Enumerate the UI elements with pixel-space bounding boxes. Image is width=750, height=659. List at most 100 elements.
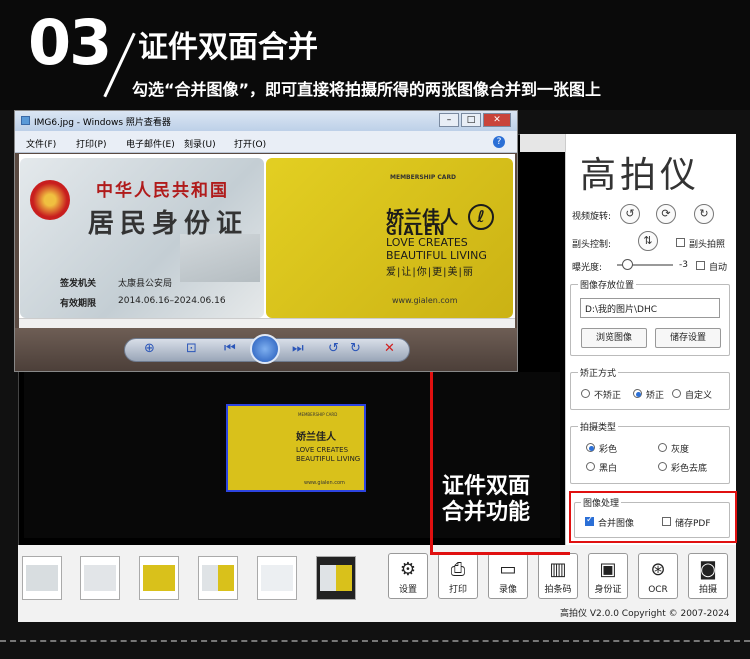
id-card-button[interactable]: ▣ 身份证	[588, 553, 628, 599]
headline: 证件双面合并	[138, 30, 318, 65]
zoom-icon[interactable]: ⊕	[144, 341, 155, 356]
id-issuer-label: 签发机关	[60, 279, 97, 289]
secondary-photo-label: 副头拍照	[689, 240, 726, 250]
rotate-ccw-icon[interactable]: ↺	[328, 341, 339, 356]
browse-images-button[interactable]: 浏览图像	[581, 328, 647, 348]
record-button[interactable]: ▭ 录像	[488, 553, 528, 599]
minimize-button[interactable]: –	[439, 113, 459, 127]
rotate-reset-button[interactable]: ⟳	[656, 204, 676, 224]
camera-icon: ◙	[699, 559, 717, 580]
rotate-left-button[interactable]: ↺	[620, 204, 640, 224]
rotate-cw-icon[interactable]: ↻	[350, 341, 361, 356]
custom-correction-label: 自定义	[685, 391, 713, 401]
id-valid-label: 有效期限	[60, 299, 97, 309]
grayscale-label: 灰度	[671, 445, 690, 455]
previous-icon[interactable]: ⏮	[224, 341, 236, 356]
help-icon[interactable]: ?	[493, 136, 505, 148]
id-card-icon: ▣	[599, 559, 617, 580]
ocr-button[interactable]: ⊛ OCR	[638, 553, 678, 599]
color-no-bg-radio[interactable]	[658, 462, 667, 471]
brand-logo-icon: ℓ	[468, 204, 494, 230]
next-icon[interactable]: ⏭	[292, 341, 304, 356]
id-card-title: 居民身份证	[88, 209, 249, 239]
preview-card: MEMBERSHIP CARD 娇兰佳人 LOVE CREATES BEAUTIF…	[226, 404, 366, 492]
custom-correction-radio[interactable]	[672, 389, 681, 398]
maximize-icon: □	[466, 115, 476, 125]
storage-settings-button[interactable]: 储存设置	[655, 328, 721, 348]
secondary-photo-checkbox[interactable]	[676, 238, 685, 247]
dashed-divider	[0, 640, 750, 642]
maximize-button[interactable]: □	[461, 113, 481, 127]
exposure-slider-thumb[interactable]	[622, 259, 633, 270]
rotate-right-icon: ↻	[699, 207, 709, 220]
thumbnail-6[interactable]	[316, 556, 356, 600]
no-correction-label: 不矫正	[594, 391, 622, 401]
color-no-bg-label: 彩色去底	[671, 464, 708, 474]
save-path-input[interactable]: D:\我的图片\DHC	[580, 298, 720, 318]
thumbnail-image	[202, 565, 234, 591]
membership-card-label: MEMBERSHIP CARD	[390, 174, 457, 181]
delete-icon[interactable]: ✕	[384, 341, 395, 356]
exposure-value: -3	[679, 260, 688, 270]
slideshow-button[interactable]	[250, 334, 280, 364]
thumbnail-1[interactable]	[22, 556, 62, 600]
rotate-left-icon: ↺	[625, 207, 635, 220]
black-white-radio[interactable]	[586, 462, 595, 471]
thumbnail-5[interactable]	[257, 556, 297, 600]
thumbnail-image	[261, 565, 293, 591]
grayscale-radio[interactable]	[658, 443, 667, 452]
arrow-connector	[430, 552, 570, 555]
close-icon: ✕	[493, 115, 501, 125]
id-valid-period: 2014.06.16–2024.06.16	[118, 296, 226, 306]
viewer-scrollbar[interactable]	[19, 318, 515, 328]
thumbnail-3[interactable]	[139, 556, 179, 600]
rotate-right-button[interactable]: ↻	[694, 204, 714, 224]
highlight-box	[569, 491, 737, 543]
preview-card-url: www.gialen.com	[304, 480, 345, 486]
settings-button[interactable]: ⚙ 设置	[388, 553, 428, 599]
thumbnail-image	[84, 565, 116, 591]
save-location-title: 图像存放位置	[578, 278, 637, 291]
color-label: 彩色	[599, 445, 618, 455]
printer-icon: ⎙	[450, 559, 466, 580]
viewer-app-icon	[21, 116, 30, 125]
menu-file[interactable]: 文件(F)	[26, 137, 56, 150]
minimize-icon: –	[446, 115, 452, 125]
close-button[interactable]: ✕	[483, 113, 511, 127]
brand-url: www.gialen.com	[392, 296, 458, 305]
camera-switch-icon: ⇅	[643, 234, 653, 247]
barcode-button[interactable]: ▥ 拍条码	[538, 553, 578, 599]
shoot-type-title: 拍摄类型	[578, 420, 619, 433]
thumbnail-2[interactable]	[80, 556, 120, 600]
capture-button[interactable]: ◙ 拍摄	[688, 553, 728, 599]
print-button[interactable]: ⎙ 打印	[438, 553, 478, 599]
correction-radio[interactable]	[633, 389, 642, 398]
thumbnail-image	[320, 565, 352, 591]
color-radio[interactable]	[586, 443, 595, 452]
step-number: 03	[28, 6, 112, 79]
auto-exposure-checkbox[interactable]	[696, 261, 705, 270]
menu-burn[interactable]: 刻录(U)	[184, 137, 216, 150]
menu-email[interactable]: 电子邮件(E)	[126, 137, 175, 150]
menu-open[interactable]: 打开(O)	[234, 137, 266, 150]
barcode-icon: ▥	[549, 559, 567, 580]
no-correction-radio[interactable]	[581, 389, 590, 398]
magnifier-icon: ⊛	[650, 559, 666, 580]
menu-print[interactable]: 打印(P)	[76, 137, 106, 150]
subline: 勾选“合并图像”，即可直接将拍摄所得的两张图像合并到一张图上	[132, 80, 602, 99]
brand-title: 高拍仪	[580, 155, 701, 196]
auto-exposure-label: 自动	[709, 263, 728, 273]
national-emblem-icon	[30, 180, 70, 220]
viewer-title: IMG6.jpg - Windows 照片查看器	[34, 118, 171, 128]
refresh-icon: ⟳	[661, 207, 671, 220]
arrow-shaft	[430, 350, 433, 555]
correction-label: 矫正	[646, 391, 665, 401]
thumbnail-4[interactable]	[198, 556, 238, 600]
secondary-camera-button[interactable]: ⇅	[638, 231, 658, 251]
fit-icon[interactable]: ⊡	[186, 341, 197, 356]
copyright: 高拍仪 V2.0.0 Copyright © 2007-2024	[560, 609, 730, 619]
thumbnail-image	[143, 565, 175, 591]
thumbnail-image	[26, 565, 58, 591]
secondary-label: 副头控制:	[572, 240, 612, 250]
slogan-line-1: LOVE CREATES	[386, 236, 468, 249]
